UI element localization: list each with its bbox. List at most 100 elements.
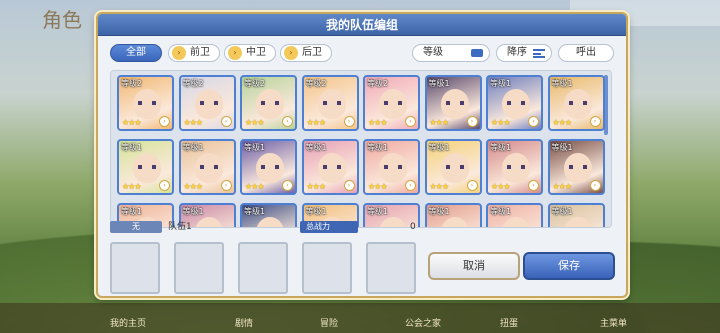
character-stars: ★★★ (429, 118, 449, 127)
character-card[interactable]: 等级2 ★★★ › (363, 75, 420, 131)
character-card[interactable]: 等级1 ★★★ › (363, 139, 420, 195)
character-card[interactable]: 等级1 ★★★ › (547, 75, 605, 131)
position-icon: › (343, 116, 355, 127)
position-icon: › (466, 116, 478, 127)
character-stars: ★★★ (183, 118, 203, 127)
sort-select[interactable]: 等级 (412, 44, 490, 62)
position-icon: › (220, 180, 232, 191)
character-level: 等级1 (121, 207, 143, 216)
character-card[interactable]: 等级1 ★★★ › (486, 139, 543, 195)
character-level: 等级1 (551, 207, 573, 216)
cancel-button[interactable]: 取消 (428, 252, 520, 280)
character-eyes (261, 165, 279, 169)
total-power-label: 总战力 (300, 221, 358, 233)
party-slot[interactable] (174, 242, 224, 294)
party-slot[interactable] (302, 242, 352, 294)
character-card[interactable]: 等级1 ★★★ › (424, 139, 482, 195)
character-level: 等级1 (490, 79, 512, 88)
roster-scrollbar[interactable] (604, 75, 608, 135)
sort-label: 等级 (423, 47, 443, 58)
character-card[interactable]: 等级1 ★★★ › (301, 139, 359, 195)
party-slot[interactable] (366, 242, 416, 294)
character-card[interactable]: 等级2 ★★★ › (117, 75, 174, 131)
character-level: 等级2 (305, 79, 327, 88)
character-eyes (384, 101, 402, 105)
call-button[interactable]: 呼出 (558, 44, 614, 62)
position-icon: › (282, 116, 293, 127)
party-slot-tag: 无 (110, 221, 162, 233)
party-slot[interactable] (110, 242, 160, 294)
character-stars: ★★★ (552, 118, 572, 127)
tab-all[interactable]: 全部 (110, 44, 162, 62)
character-stars: ★★★ (306, 182, 326, 191)
character-level: 等级1 (367, 143, 389, 152)
character-card[interactable]: 等级2 ★★★ › (301, 75, 359, 131)
tab-front[interactable]: › 前卫 (168, 44, 220, 62)
character-card[interactable]: 等级1 ★★★ › (424, 75, 482, 131)
character-level: 等级1 (305, 207, 327, 216)
nav-story[interactable]: 剧情 (235, 316, 253, 329)
character-card[interactable]: 等级1 ★★★ › (486, 75, 543, 131)
character-card[interactable]: 等级2 ★★★ › (178, 75, 236, 131)
sort-select-icon (471, 49, 483, 57)
character-stars: ★★★ (122, 118, 141, 127)
character-card[interactable]: 等级1 ★★★ › (547, 139, 605, 195)
position-icon: › (159, 180, 170, 191)
tab-front-label: 前卫 (190, 47, 210, 58)
character-eyes (199, 165, 218, 169)
character-stars: ★★★ (491, 182, 510, 191)
character-portrait (440, 217, 469, 227)
character-level: 等级1 (305, 143, 327, 152)
character-eyes (322, 165, 341, 169)
character-level: 等级1 (182, 143, 204, 152)
dialog-title: 我的队伍编组 (98, 14, 626, 36)
character-eyes (199, 101, 218, 105)
character-card[interactable]: 等级1 ★★★ › (117, 139, 174, 195)
party-slot[interactable] (238, 242, 288, 294)
character-stars: ★★★ (306, 118, 326, 127)
character-card[interactable]: 等级1 (424, 203, 482, 227)
save-button[interactable]: 保存 (523, 252, 615, 280)
character-card[interactable]: 等级1 (486, 203, 543, 227)
character-card[interactable]: 等级1 ★★★ › (240, 139, 297, 195)
character-portrait (502, 217, 530, 227)
character-eyes (568, 165, 587, 169)
order-toggle[interactable]: 降序 (496, 44, 552, 62)
nav-guild[interactable]: 公会之家 (405, 316, 441, 329)
character-level: 等级2 (182, 79, 204, 88)
tab-back[interactable]: › 后卫 (280, 44, 332, 62)
position-icon: › (343, 180, 355, 191)
call-label: 呼出 (576, 47, 596, 58)
position-icon: › (405, 180, 416, 191)
character-card[interactable]: 等级2 ★★★ › (240, 75, 297, 131)
position-back-icon: › (284, 46, 298, 60)
character-card[interactable]: 等级1 ★★★ › (178, 139, 236, 195)
character-stars: ★★★ (245, 118, 264, 127)
character-level: 等级1 (244, 207, 266, 216)
position-front-icon: › (172, 46, 186, 60)
character-level: 等级2 (367, 79, 389, 88)
character-level: 等级1 (551, 143, 573, 152)
nav-gacha[interactable]: 扭蛋 (500, 316, 518, 329)
character-eyes (507, 165, 525, 169)
sort-order-icon (533, 49, 545, 58)
party-name[interactable]: 队伍1 (168, 220, 192, 234)
position-icon: › (589, 180, 601, 191)
character-stars: ★★★ (122, 182, 141, 191)
character-roster: 等级2 ★★★ › 等级2 ★★★ › 等级2 ★★★ › 等级2 ★★★ › 等级2 ★★★ › 等级1 ★★… (110, 70, 612, 228)
character-level: 等级1 (367, 207, 389, 216)
nav-adventure[interactable]: 冒险 (320, 316, 338, 329)
character-level: 等级1 (551, 79, 573, 88)
character-card[interactable]: 等级1 (547, 203, 605, 227)
character-eyes (138, 165, 156, 169)
tab-all-label: 全部 (126, 47, 146, 58)
character-level: 等级1 (244, 143, 266, 152)
character-level: 等级1 (428, 143, 450, 152)
character-eyes (507, 101, 525, 105)
character-stars: ★★★ (183, 182, 203, 191)
nav-home[interactable]: 我的主页 (110, 316, 146, 329)
tab-middle[interactable]: › 中卫 (224, 44, 276, 62)
nav-menu[interactable]: 主菜单 (600, 316, 627, 329)
filter-row: 全部 › 前卫 › 中卫 › 后卫 等级 降序 呼出 (110, 44, 614, 64)
character-eyes (261, 101, 279, 105)
